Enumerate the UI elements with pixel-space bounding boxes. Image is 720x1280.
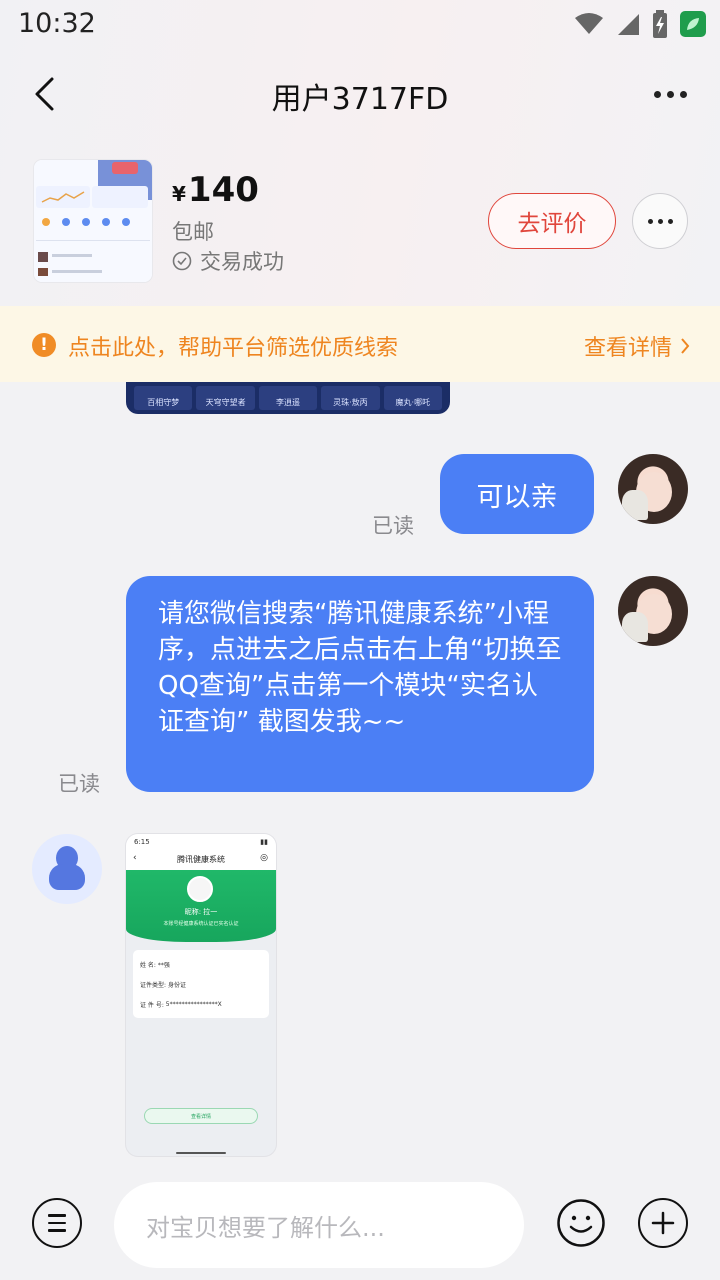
shot-status-time: 6:15	[134, 838, 150, 846]
shot-row-value: **强	[157, 961, 170, 969]
shot-row: 姓 名: **强	[140, 954, 262, 974]
trade-status: 交易成功	[172, 246, 284, 276]
plus-icon	[651, 1211, 675, 1235]
menu-line	[48, 1221, 66, 1225]
shot-home-indicator	[176, 1152, 226, 1154]
read-status: 已读	[372, 514, 414, 538]
menu-button[interactable]	[32, 1198, 82, 1248]
shot-button: 查看详情	[144, 1108, 258, 1124]
shot-row: 证 件 号: 5****************X	[140, 994, 262, 1014]
emoji-icon[interactable]	[556, 1198, 606, 1248]
shot-back-icon: ‹	[133, 853, 137, 863]
screenshot-image-message[interactable]: 6:15 ▮▮ ‹ 腾讯健康系统 ◎ 昵称: 拉一 本账号经健康系统认证已实名认…	[126, 834, 276, 1156]
more-dot	[679, 90, 687, 98]
fragment-label: 魔丸·哪吒	[383, 386, 443, 410]
image-message-fragment[interactable]: 百相守梦 天穹守望者 李逍遥 灵珠·敖丙 魔丸·哪吒	[126, 382, 450, 414]
shot-hero: 昵称: 拉一 本账号经健康系统认证已实名认证	[126, 870, 276, 942]
shot-row-value: 身份证	[167, 981, 186, 989]
message-bubble[interactable]: 可以亲	[440, 454, 594, 534]
message-input[interactable]: 对宝贝想要了解什么...	[114, 1182, 524, 1268]
composer-bar: 对宝贝想要了解什么...	[0, 1170, 720, 1280]
more-dot	[647, 218, 653, 224]
order-more-button[interactable]	[632, 193, 688, 249]
avatar[interactable]	[618, 576, 688, 646]
product-price: ¥140	[172, 170, 259, 210]
chevron-right-icon	[681, 338, 690, 354]
avatar-cat	[622, 612, 648, 642]
shot-row-label: 证件类型:	[140, 981, 167, 989]
shot-title: 腾讯健康系统	[177, 855, 225, 864]
page-title: 用户3717FD	[271, 82, 449, 117]
shot-signal-icon: ▮▮	[260, 838, 268, 846]
shot-nav: ‹ 腾讯健康系统 ◎	[126, 850, 276, 870]
currency-symbol: ¥	[172, 182, 186, 206]
message-bubble[interactable]: 请您微信搜索“腾讯健康系统”小程序，点进去之后点击右上角“切换至QQ查询”点击第…	[126, 576, 594, 792]
fragment-label: 灵珠·敖丙	[321, 386, 380, 410]
notice-text: 点击此处，帮助平台筛选优质线索	[68, 336, 399, 361]
avatar[interactable]	[32, 834, 102, 904]
price-value: 140	[187, 170, 259, 210]
menu-line	[48, 1214, 66, 1217]
more-dot	[653, 90, 661, 98]
review-button[interactable]: 去评价	[488, 193, 616, 249]
avatar-body	[49, 864, 85, 890]
status-bar: 10:32	[0, 0, 720, 50]
more-dot	[657, 218, 663, 224]
read-status: 已读	[58, 772, 100, 796]
shot-status-bar: 6:15 ▮▮	[126, 834, 276, 850]
trade-status-text: 交易成功	[200, 250, 284, 274]
shot-subtitle: 本账号经健康系统认证已实名认证	[163, 921, 239, 927]
shot-avatar	[187, 876, 213, 902]
plus-button[interactable]	[638, 1198, 688, 1248]
warning-icon: !	[32, 333, 56, 357]
more-dot	[667, 218, 673, 224]
back-chevron-icon	[35, 77, 54, 111]
view-details-link[interactable]: 查看详情	[584, 330, 690, 362]
fragment-label: 天穹守望者	[196, 386, 255, 410]
shot-target-icon: ◎	[260, 853, 268, 863]
view-details-label: 查看详情	[583, 336, 672, 361]
signal-icon	[618, 14, 639, 35]
back-button[interactable]	[24, 70, 64, 118]
more-dot	[666, 90, 674, 98]
status-icons	[574, 8, 706, 40]
shot-row: 证件类型: 身份证	[140, 974, 262, 994]
shipping-label: 包邮	[172, 220, 214, 244]
fragment-label: 百相守梦	[134, 386, 193, 410]
battery-charging-icon	[653, 10, 667, 38]
fragment-label: 李逍遥	[258, 386, 318, 410]
product-image	[34, 160, 152, 282]
shot-name: 昵称: 拉一	[184, 908, 218, 916]
shot-row-value: 5****************X	[165, 1000, 222, 1008]
check-circle-icon	[172, 251, 192, 271]
status-time: 10:32	[18, 8, 96, 39]
shot-info-card: 姓 名: **强 证件类型: 身份证 证 件 号: 5*************…	[133, 950, 269, 1018]
menu-line	[48, 1229, 66, 1232]
shot-row-label: 证 件 号:	[140, 1001, 164, 1009]
leaf-app-icon	[680, 11, 706, 37]
more-options-button[interactable]	[644, 74, 696, 114]
notice-bar[interactable]: ! 点击此处，帮助平台筛选优质线索 查看详情	[0, 306, 720, 382]
shot-row-label: 姓 名:	[140, 961, 156, 969]
avatar-cat	[622, 490, 648, 520]
wifi-icon	[575, 13, 603, 34]
product-thumbnail[interactable]	[34, 160, 152, 282]
avatar[interactable]	[618, 454, 688, 524]
